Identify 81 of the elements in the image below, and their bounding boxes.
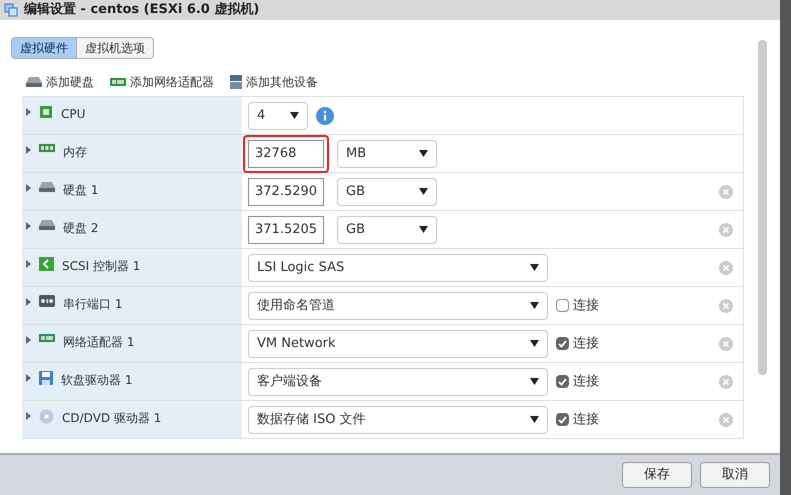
window-title: 编辑设置 - centos (ESXi 6.0 虚拟机)	[24, 0, 260, 20]
info-icon[interactable]	[316, 106, 334, 124]
toolbar-button[interactable]: 添加网络适配器	[110, 73, 214, 91]
dialog-button[interactable]: 保存	[622, 462, 692, 488]
dropdown-caret-icon	[530, 340, 539, 347]
checkbox[interactable]	[556, 299, 569, 312]
expand-arrow-icon[interactable]	[26, 222, 31, 230]
tab[interactable]: 虚拟机选项	[76, 37, 154, 59]
expand-arrow-icon[interactable]	[26, 146, 31, 154]
device-name: 内存	[63, 144, 87, 161]
tab[interactable]: 虚拟硬件	[11, 37, 77, 59]
expand-arrow-icon[interactable]	[26, 108, 31, 116]
network-card-icon	[39, 333, 55, 343]
dropdown[interactable]: 4	[248, 102, 308, 130]
dropdown[interactable]: 使用命名管道	[248, 292, 548, 320]
toolbar-button[interactable]: 添加其他设备	[230, 73, 318, 91]
dropdown-value: GB	[346, 182, 365, 201]
toolbar-button[interactable]: 添加硬盘	[26, 73, 94, 91]
checkmark-icon	[558, 416, 567, 424]
dropdown-value: MB	[346, 144, 366, 163]
dropdown[interactable]: VM Network	[248, 330, 548, 358]
expand-arrow-icon[interactable]	[26, 336, 31, 344]
checkmark-icon	[558, 378, 567, 386]
dropdown[interactable]: LSI Logic SAS	[248, 254, 548, 282]
checkbox[interactable]	[556, 375, 569, 388]
dropdown-value: LSI Logic SAS	[257, 258, 344, 277]
size-field[interactable]: 32768	[248, 140, 324, 168]
connect-label: 连接	[573, 372, 599, 391]
device-stack-icon	[230, 75, 242, 89]
dropdown-caret-icon	[530, 378, 539, 385]
dropdown-caret-icon	[530, 264, 539, 271]
size-value: 372.5290	[255, 182, 318, 201]
expand-arrow-icon[interactable]	[26, 374, 31, 382]
dropdown[interactable]: GB	[337, 178, 437, 206]
dropdown[interactable]: 客户端设备	[248, 368, 548, 396]
device-name: SCSI 控制器 1	[62, 258, 140, 275]
memory-module-icon	[39, 143, 55, 153]
dropdown-value: 数据存储 ISO 文件	[257, 410, 366, 429]
connect-label: 连接	[573, 296, 599, 315]
dropdown-caret-icon	[530, 416, 539, 423]
device-name: 硬盘 2	[63, 220, 98, 237]
network-card-icon	[110, 77, 126, 87]
device-name: 网络适配器 1	[63, 334, 134, 351]
dropdown[interactable]: 数据存储 ISO 文件	[248, 406, 548, 434]
dropdown[interactable]: MB	[337, 140, 437, 168]
device-name: 硬盘 1	[63, 182, 98, 199]
size-value: 371.5205	[255, 220, 318, 239]
device-name: 软盘驱动器 1	[61, 372, 132, 389]
connect-label: 连接	[573, 334, 599, 353]
dropdown-value: 使用命名管道	[257, 296, 335, 315]
dropdown-value: 4	[257, 106, 266, 125]
expand-arrow-icon[interactable]	[26, 412, 31, 420]
disc-icon	[39, 409, 54, 424]
dropdown-caret-icon	[419, 150, 428, 157]
checkbox[interactable]	[556, 337, 569, 350]
scrollbar-thumb[interactable]	[758, 40, 767, 375]
device-name: CD/DVD 驱动器 1	[62, 410, 162, 427]
size-field[interactable]: 371.5205	[248, 216, 324, 244]
dropdown-caret-icon	[530, 302, 539, 309]
dropdown-value: VM Network	[257, 334, 336, 353]
dropdown-caret-icon	[419, 188, 428, 195]
dialog-button[interactable]: 取消	[700, 462, 770, 488]
device-name: CPU	[61, 106, 86, 123]
size-value: 32768	[255, 144, 296, 163]
chip-icon	[39, 105, 53, 119]
expand-arrow-icon[interactable]	[26, 184, 31, 192]
serial-port-icon	[39, 295, 55, 307]
dropdown-caret-icon	[290, 112, 299, 119]
size-field[interactable]: 372.5290	[248, 178, 324, 206]
checkbox[interactable]	[556, 413, 569, 426]
dropdown-caret-icon	[419, 226, 428, 233]
dropdown-value: GB	[346, 220, 365, 239]
expand-arrow-icon[interactable]	[26, 298, 31, 306]
dropdown[interactable]: GB	[337, 216, 437, 244]
checkmark-icon	[558, 340, 567, 348]
device-name: 串行端口 1	[63, 296, 122, 313]
window-icon	[4, 3, 18, 17]
connect-label: 连接	[573, 410, 599, 429]
expand-arrow-icon[interactable]	[26, 260, 31, 268]
dropdown-value: 客户端设备	[257, 372, 322, 391]
controller-icon	[39, 257, 54, 271]
